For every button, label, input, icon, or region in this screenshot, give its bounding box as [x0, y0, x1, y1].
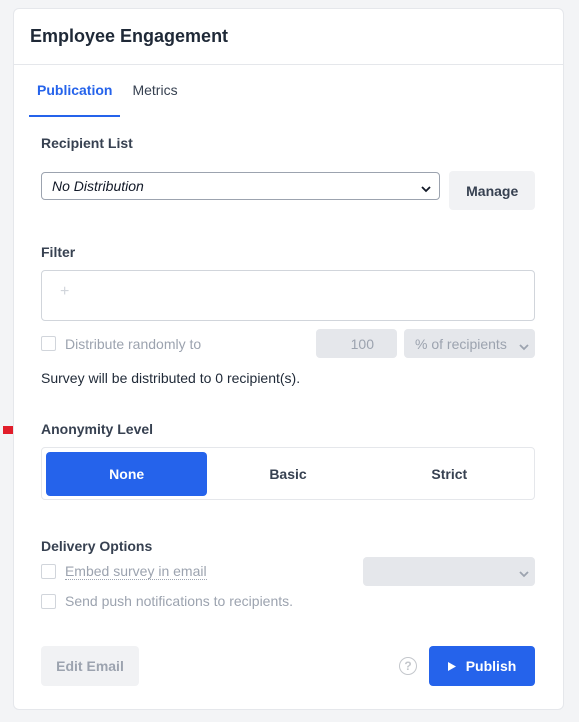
recipient-list-value: No Distribution	[52, 177, 144, 194]
help-icon[interactable]: ?	[399, 657, 417, 675]
embed-survey-select[interactable]	[363, 556, 535, 586]
anonymity-strict-button[interactable]: Strict	[369, 452, 530, 496]
filter-label: Filter	[41, 244, 76, 260]
card-header: Employee Engagement	[14, 9, 563, 65]
distribute-randomly-label: Distribute randomly to	[65, 335, 202, 352]
anonymity-basic-button[interactable]: Basic	[207, 452, 368, 496]
chevron-down-icon	[519, 339, 529, 350]
filter-input[interactable]: +	[41, 270, 535, 321]
push-notifications-checkbox[interactable]	[41, 593, 56, 609]
distribution-summary: Survey will be distributed to 0 recipien…	[41, 370, 301, 386]
manage-button[interactable]: Manage	[449, 171, 535, 210]
edit-email-button[interactable]: Edit Email	[41, 646, 139, 686]
recipient-list-select[interactable]: No Distribution	[41, 171, 441, 200]
card-title: Employee Engagement	[30, 26, 229, 46]
distribute-amount-input[interactable]: 100	[316, 329, 397, 358]
publish-button[interactable]: Publish	[429, 646, 535, 686]
distribute-unit-select[interactable]: % of recipients	[404, 329, 535, 358]
chevron-down-icon	[519, 566, 529, 578]
recipient-list-label: Recipient List	[41, 135, 133, 151]
tab-bar: Publication Metrics	[29, 65, 563, 117]
tab-publication[interactable]: Publication	[29, 65, 121, 117]
play-icon	[447, 661, 456, 671]
embed-survey-label: Embed survey in email	[64, 563, 207, 580]
tab-metrics[interactable]: Metrics	[120, 65, 185, 117]
delivery-options-label: Delivery Options	[41, 538, 153, 554]
chevron-down-icon	[421, 181, 432, 192]
survey-card: Employee Engagement Publication Metrics …	[13, 8, 564, 710]
distribute-randomly-checkbox[interactable]	[41, 336, 56, 351]
plus-icon[interactable]: +	[60, 283, 69, 301]
embed-survey-checkbox[interactable]	[41, 563, 56, 579]
distribute-unit-value: % of recipients	[415, 335, 507, 352]
anonymity-level-group: None Basic Strict	[41, 447, 535, 500]
anonymity-level-label: Anonymity Level	[41, 421, 154, 437]
publish-label: Publish	[465, 658, 517, 674]
publication-panel: Recipient List No Distribution Manage Fi…	[14, 117, 563, 686]
anonymity-none-button[interactable]: None	[46, 451, 208, 496]
push-notifications-label: Send push notifications to recipients.	[65, 593, 294, 609]
